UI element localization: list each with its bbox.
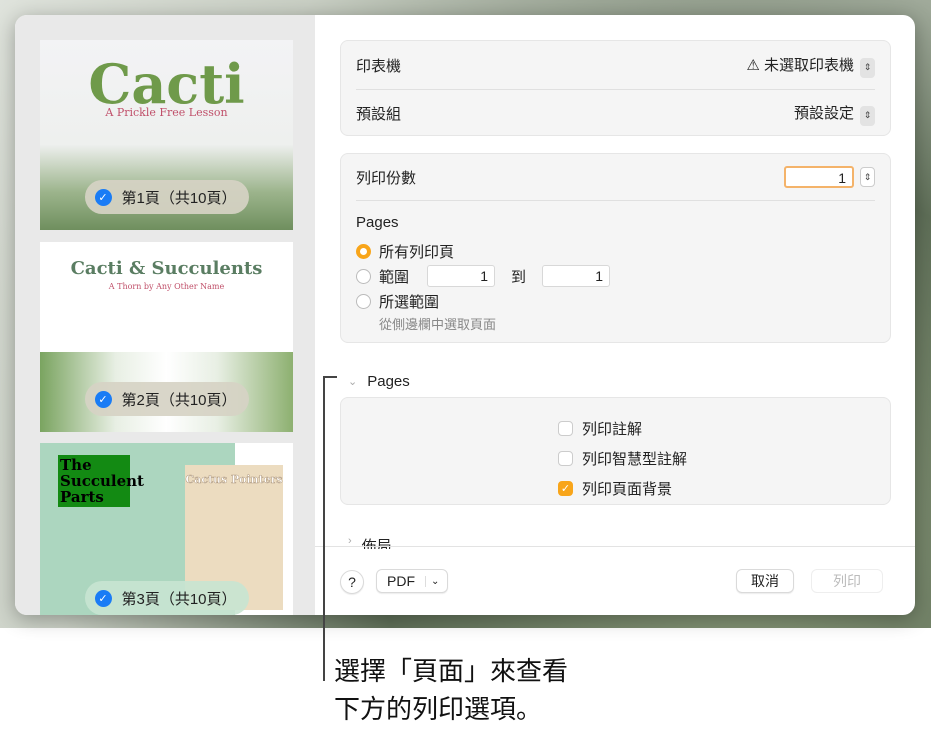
print-page-background-checkbox[interactable]: ✓ 列印頁面背景 bbox=[558, 478, 687, 499]
checkmark-icon[interactable]: ✓ bbox=[94, 589, 112, 607]
thumb-subtitle: A Prickle Free Lesson bbox=[105, 106, 228, 119]
copies-label: 列印份數 bbox=[356, 169, 417, 187]
radio-all-pages[interactable]: 所有列印頁 bbox=[356, 241, 454, 262]
thumb-title: The Succulent Parts bbox=[58, 455, 144, 507]
print-settings-pane: 印表機 ⚠ 未選取印表機 ⇕ 預設組 預設設定 ⇕ 列印份數 1 ⇕ Pages 所有列印頁… bbox=[315, 15, 915, 615]
cancel-button[interactable]: 取消 bbox=[736, 569, 794, 593]
copies-pages-card: 列印份數 1 ⇕ Pages 所有列印頁 範圍 1 到 1 所選範圍 從側邊欄中選取頁面 bbox=[340, 153, 891, 343]
divider bbox=[356, 200, 875, 201]
presets-popup[interactable]: 預設設定 ⇕ bbox=[794, 102, 875, 126]
checkmark-icon[interactable]: ✓ bbox=[94, 188, 112, 206]
presets-value: 預設設定 bbox=[793, 105, 854, 122]
thumb-title: Cacti & Succulents bbox=[70, 258, 263, 279]
thumb-subtitle: A Thorn by Any Other Name bbox=[108, 282, 225, 291]
page-badge-label: 第2頁（共10頁） bbox=[121, 391, 237, 409]
checkbox[interactable] bbox=[558, 421, 573, 436]
checkbox[interactable] bbox=[558, 451, 573, 466]
checkmark-icon[interactable]: ✓ bbox=[94, 390, 112, 408]
radio-selection[interactable]: 所選範圍 bbox=[356, 291, 439, 312]
chevron-down-icon: ⌄ bbox=[348, 376, 358, 388]
print-button[interactable]: 列印 bbox=[811, 569, 883, 593]
checkbox-label: 列印智慧型註解 bbox=[582, 451, 688, 468]
pdf-label: PDF bbox=[387, 573, 415, 589]
selection-hint: 從側邊欄中選取頁面 bbox=[379, 317, 497, 332]
radio-label: 範圍 bbox=[379, 268, 410, 286]
printer-value: 未選取印表機 bbox=[763, 57, 854, 74]
checkmark-icon[interactable]: ✓ bbox=[558, 481, 573, 496]
print-smart-annotations-checkbox[interactable]: 列印智慧型註解 bbox=[558, 448, 687, 469]
range-to-label: 到 bbox=[511, 268, 527, 286]
callout-line bbox=[323, 376, 325, 681]
warning-icon: ⚠ bbox=[746, 57, 760, 74]
radio-range[interactable]: 範圍 1 到 1 bbox=[356, 265, 611, 287]
page-badge: ✓ 第2頁（共10頁） bbox=[84, 382, 249, 416]
printer-popup[interactable]: ⚠ 未選取印表機 ⇕ bbox=[746, 54, 875, 78]
range-to-input[interactable]: 1 bbox=[542, 265, 611, 287]
copies-input[interactable]: 1 bbox=[784, 166, 854, 188]
pages-section-header[interactable]: ⌄ Pages bbox=[348, 373, 410, 390]
divider bbox=[356, 89, 875, 90]
popup-chevrons-icon: ⇕ bbox=[860, 57, 875, 78]
popup-chevrons-icon: ⇕ bbox=[860, 105, 875, 126]
help-button[interactable]: ? bbox=[340, 570, 364, 594]
pages-options-card: 列印註解 列印智慧型註解 ✓ 列印頁面背景 bbox=[340, 397, 891, 505]
chevron-down-icon: ⌄ bbox=[425, 575, 439, 587]
page-thumbnail-3[interactable]: The Succulent Parts Cactus Pointers ✓ 第3頁… bbox=[40, 443, 293, 615]
callout-line bbox=[323, 376, 337, 378]
callout-line-2: 下方的列印選項。 bbox=[334, 694, 543, 724]
footer-divider bbox=[315, 546, 915, 547]
pages-section-label: Pages bbox=[367, 373, 410, 390]
copies-stepper[interactable]: ⇕ bbox=[860, 167, 875, 187]
presets-label: 預設組 bbox=[356, 106, 402, 124]
page-thumbnail-1[interactable]: Cacti A Prickle Free Lesson ✓ 第1頁（共10頁） bbox=[40, 40, 293, 230]
page-badge: ✓ 第1頁（共10頁） bbox=[84, 180, 249, 214]
pdf-menu-button[interactable]: PDF ⌄ bbox=[376, 569, 448, 593]
print-dialog: Cacti A Prickle Free Lesson ✓ 第1頁（共10頁） C… bbox=[15, 15, 915, 615]
pages-label: Pages bbox=[356, 214, 399, 231]
radio-button[interactable] bbox=[356, 268, 371, 284]
page-thumbnails-sidebar[interactable]: Cacti A Prickle Free Lesson ✓ 第1頁（共10頁） C… bbox=[15, 15, 315, 615]
checkbox-label: 列印註解 bbox=[582, 421, 643, 438]
range-from-input[interactable]: 1 bbox=[427, 265, 496, 287]
page-badge: ✓ 第3頁（共10頁） bbox=[84, 581, 249, 615]
radio-label: 所有列印頁 bbox=[379, 244, 455, 261]
callout-line-1: 選擇「頁面」來查看 bbox=[334, 656, 569, 686]
thumb-card-title: Cactus Pointers bbox=[185, 473, 283, 487]
checkbox-label: 列印頁面背景 bbox=[582, 481, 673, 498]
radio-button[interactable] bbox=[356, 244, 371, 259]
radio-label: 所選範圍 bbox=[379, 294, 440, 311]
printer-card: 印表機 ⚠ 未選取印表機 ⇕ 預設組 預設設定 ⇕ bbox=[340, 40, 891, 136]
page-thumbnail-2[interactable]: Cacti & Succulents A Thorn by Any Other … bbox=[40, 242, 293, 432]
page-badge-label: 第3頁（共10頁） bbox=[121, 590, 237, 608]
callout-text: 選擇「頁面」來查看 下方的列印選項。 bbox=[334, 652, 568, 728]
printer-label: 印表機 bbox=[356, 58, 402, 76]
print-comments-checkbox[interactable]: 列印註解 bbox=[558, 418, 687, 439]
page-badge-label: 第1頁（共10頁） bbox=[121, 189, 237, 207]
radio-button[interactable] bbox=[356, 294, 371, 309]
